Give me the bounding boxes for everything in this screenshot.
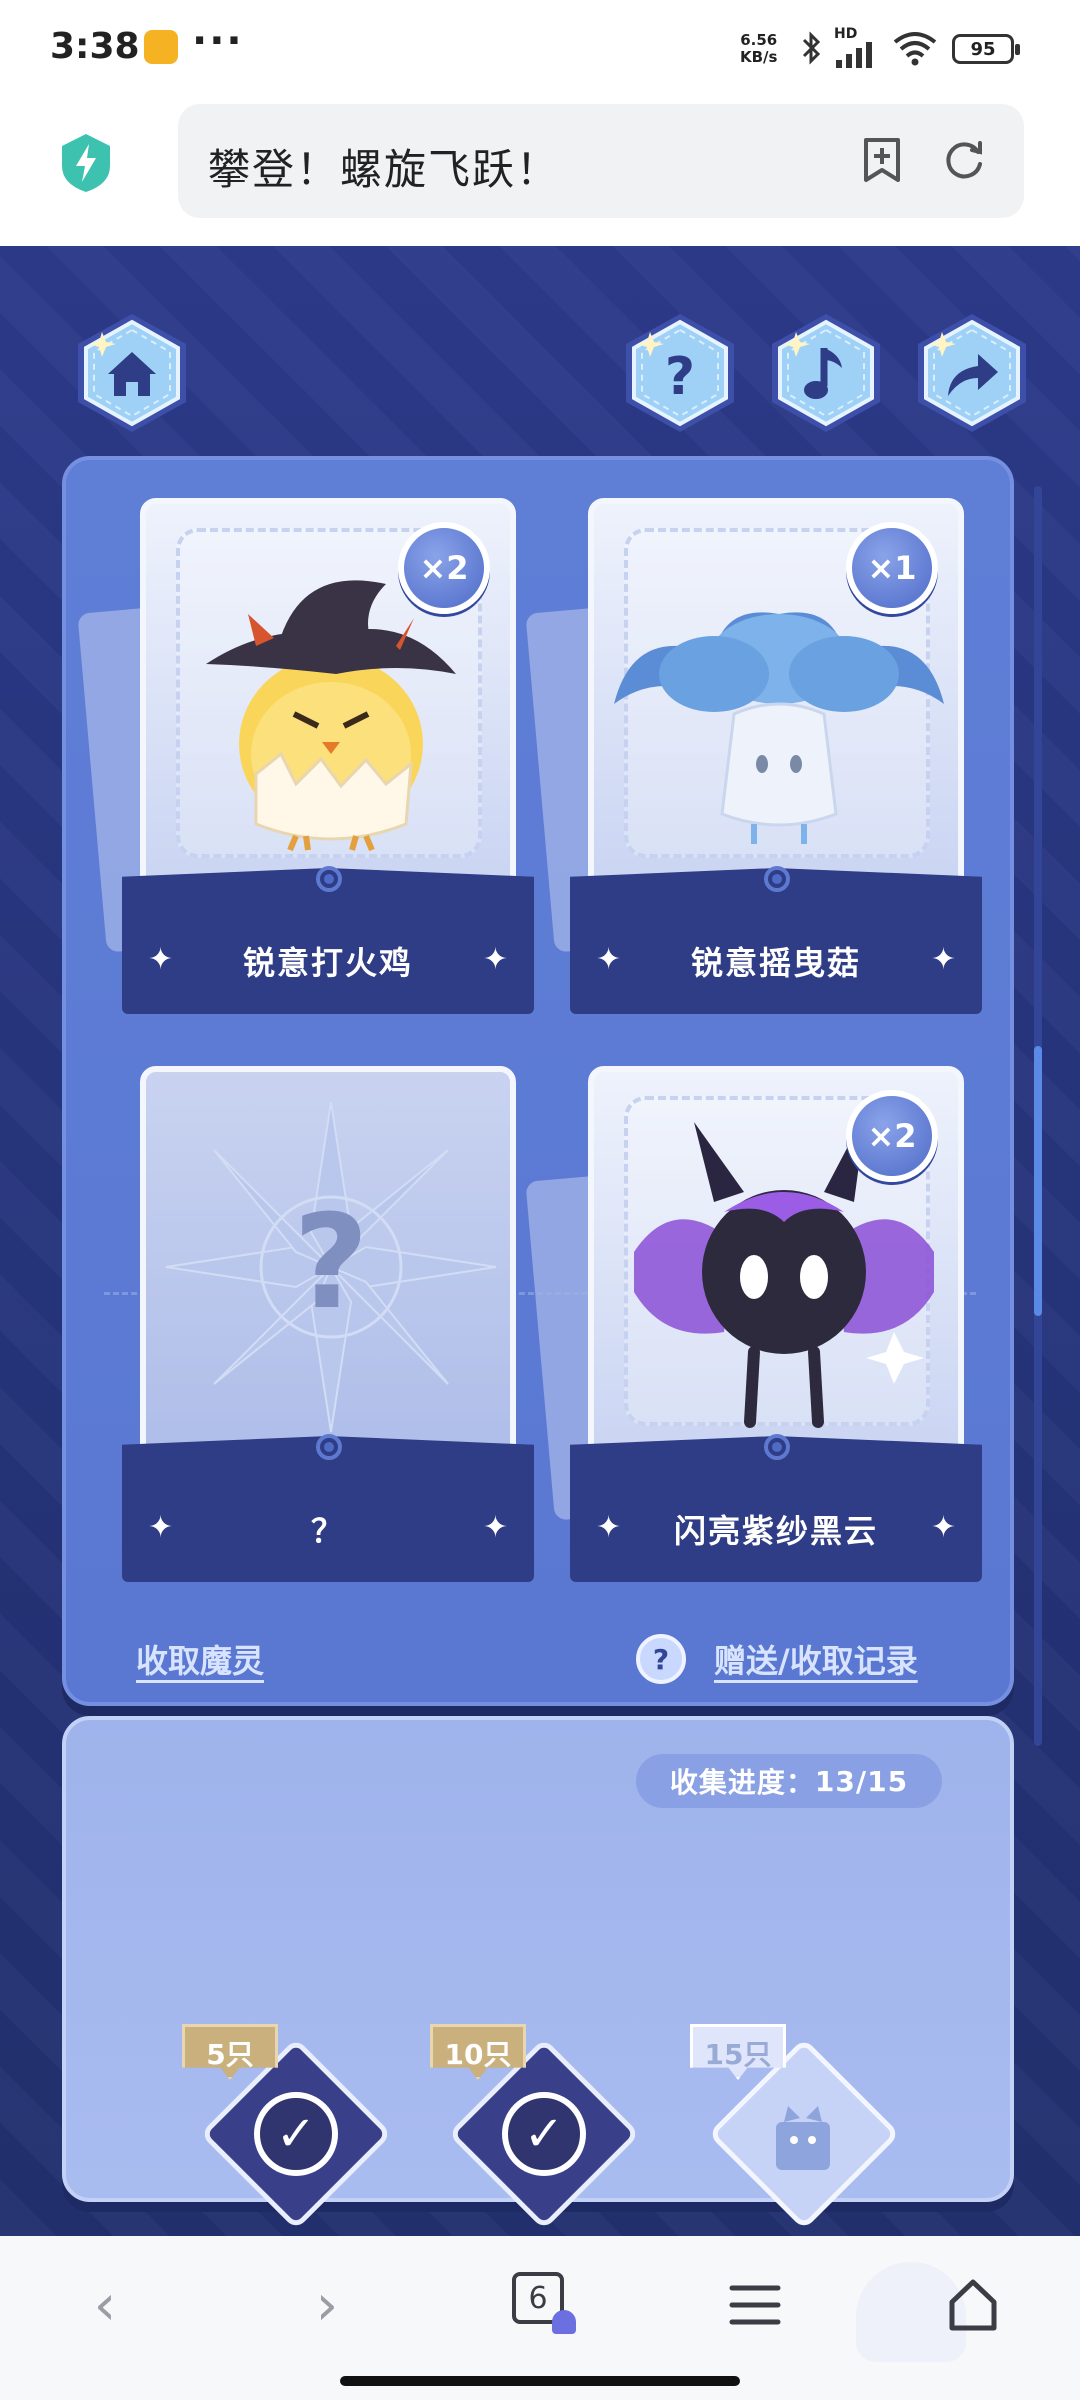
ghost-badge-icon	[552, 2310, 576, 2334]
card-name: 锐意摇曳菇	[690, 944, 861, 982]
browser-address-area: 攀登！螺旋飞跃！	[0, 96, 1080, 246]
notification-app-icon	[144, 30, 178, 64]
spirit-card[interactable]: ×1 ✦ ✦ 锐意摇曳菇	[525, 498, 982, 1018]
music-note-icon	[772, 314, 880, 432]
progress-label: 收集进度：	[669, 1766, 815, 1799]
checkmark-icon: ✓	[254, 2092, 338, 2176]
shield-icon[interactable]	[58, 132, 114, 194]
gift-records-link[interactable]: 赠送/收取记录	[714, 1636, 918, 1682]
card-face: ×2	[588, 1066, 964, 1466]
refresh-icon[interactable]	[938, 134, 990, 186]
checkmark-icon: ✓	[502, 2092, 586, 2176]
home-icon	[78, 314, 186, 432]
status-bar: 3:38 ··· 6.56 KB/s HD 95	[0, 0, 1080, 96]
address-bar[interactable]: 攀登！螺旋飞跃！	[178, 104, 1024, 218]
milestone-reward[interactable]: ✓ 10只	[430, 2024, 641, 2231]
question-icon: ?	[626, 314, 734, 432]
gift-box-icon	[776, 2106, 830, 2170]
network-speed-value: 6.56	[740, 31, 778, 49]
progress-value: 13/15	[814, 1764, 909, 1798]
collect-spirit-link[interactable]: 收取魔灵	[136, 1636, 264, 1682]
spirit-card[interactable]: ×2 ✦ ✦ 闪亮紫纱黑云	[525, 1066, 982, 1586]
card-name: 闪亮紫纱黑云	[673, 1512, 878, 1550]
home-nav-icon[interactable]	[938, 2270, 1008, 2340]
share-arrow-icon	[918, 314, 1026, 432]
music-button[interactable]	[762, 310, 890, 436]
help-icon[interactable]: ?	[636, 1634, 686, 1684]
svg-text:?: ?	[665, 347, 695, 407]
card-count-badge: ×2	[398, 522, 490, 614]
battery-indicator: 95	[952, 34, 1020, 64]
star-pattern-illustration: ?	[165, 1101, 497, 1433]
card-name: 锐意打火鸡	[242, 944, 413, 982]
more-notifications-icon: ···	[192, 18, 244, 64]
collection-progress: 收集进度： 13/15	[636, 1754, 942, 1808]
bluetooth-icon	[802, 31, 821, 65]
card-count-badge: ×1	[846, 522, 938, 614]
game-canvas: ? ×2 ✦ ✦ 锐意打火鸡 ×1 ✦ ✦ 锐意摇曳菇 ? ✦ ✦ ？ ×2 ✦…	[0, 246, 1080, 2236]
forward-icon[interactable]: ›	[292, 2270, 362, 2340]
home-button[interactable]	[68, 310, 196, 436]
card-count-badge: ×2	[846, 1090, 938, 1182]
back-icon[interactable]: ‹	[70, 2270, 140, 2340]
signal-icon	[836, 42, 872, 68]
help-button[interactable]: ?	[616, 310, 744, 436]
card-face: ×2	[140, 498, 516, 898]
milestone-reward[interactable]: ✓ 5只	[182, 2024, 393, 2231]
network-speed-unit: KB/s	[740, 48, 778, 66]
status-time: 3:38	[50, 26, 140, 67]
page-title: 攀登！螺旋飞跃！	[208, 145, 561, 194]
wifi-icon	[893, 32, 937, 66]
card-face: ×1	[588, 498, 964, 898]
share-button[interactable]	[908, 310, 1036, 436]
card-name: ？	[310, 1512, 345, 1550]
home-indicator[interactable]	[340, 2376, 740, 2386]
scrollbar-thumb[interactable]	[1034, 1046, 1042, 1316]
menu-icon[interactable]	[720, 2270, 790, 2340]
milestone-reward[interactable]: 15只	[690, 2024, 901, 2231]
spirit-card[interactable]: ×2 ✦ ✦ 锐意打火鸡	[77, 498, 534, 1018]
network-speed: 6.56 KB/s	[740, 32, 777, 66]
add-bookmark-icon[interactable]	[856, 134, 908, 186]
locked-spirit-card[interactable]: ? ✦ ✦ ？	[122, 1066, 534, 1586]
card-face: ?	[140, 1066, 516, 1466]
svg-text:?: ?	[293, 1186, 368, 1338]
